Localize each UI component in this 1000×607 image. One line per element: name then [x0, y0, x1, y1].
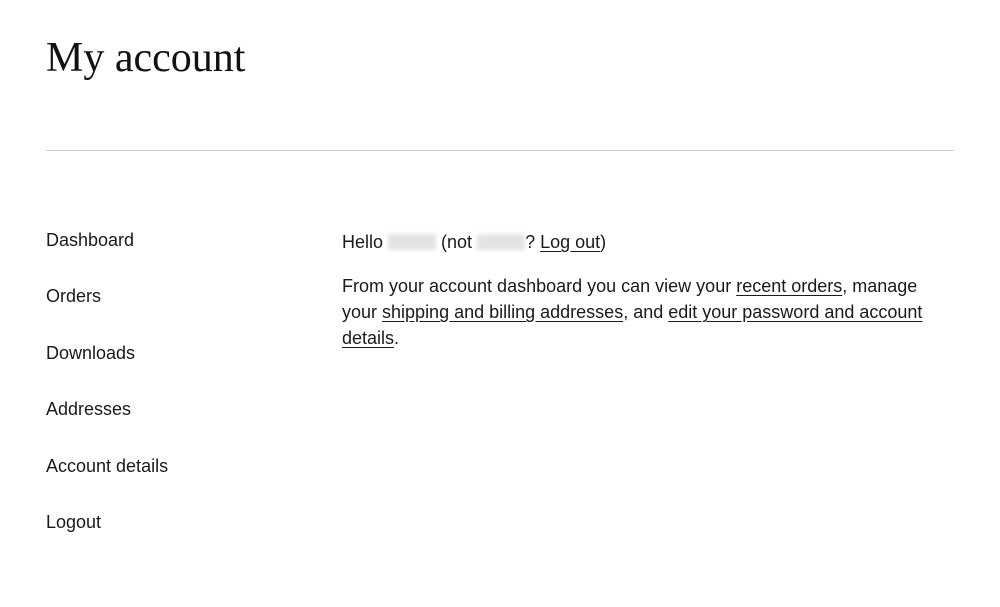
- shipping-addresses-link[interactable]: shipping and billing addresses: [382, 302, 623, 322]
- greeting-line: Hello (not ? Log out): [342, 229, 954, 255]
- dashboard-blurb: From your account dashboard you can view…: [342, 273, 954, 351]
- divider: [46, 150, 954, 151]
- sidebar-item-addresses[interactable]: Addresses: [46, 399, 131, 419]
- sidebar-item-orders[interactable]: Orders: [46, 286, 101, 306]
- greeting-hello: Hello: [342, 232, 388, 252]
- blurb-text: .: [394, 328, 399, 348]
- sidebar-item-account-details[interactable]: Account details: [46, 456, 168, 476]
- page-title: My account: [46, 34, 954, 82]
- sidebar-item-dashboard[interactable]: Dashboard: [46, 230, 134, 250]
- sidebar-item-downloads[interactable]: Downloads: [46, 343, 135, 363]
- account-content: Hello (not ? Log out) From your account …: [342, 229, 954, 567]
- account-sidebar: Dashboard Orders Downloads Addresses Acc…: [46, 229, 342, 567]
- recent-orders-link[interactable]: recent orders: [736, 276, 842, 296]
- blurb-text: , and: [623, 302, 668, 322]
- logout-link[interactable]: Log out: [540, 232, 600, 252]
- greeting-close-paren: ): [600, 232, 606, 252]
- greeting-not-prefix: (not: [436, 232, 477, 252]
- username-redacted-2: [477, 234, 525, 250]
- greeting-question: ?: [525, 232, 540, 252]
- sidebar-item-logout[interactable]: Logout: [46, 512, 101, 532]
- blurb-text: From your account dashboard you can view…: [342, 276, 736, 296]
- username-redacted: [388, 234, 436, 250]
